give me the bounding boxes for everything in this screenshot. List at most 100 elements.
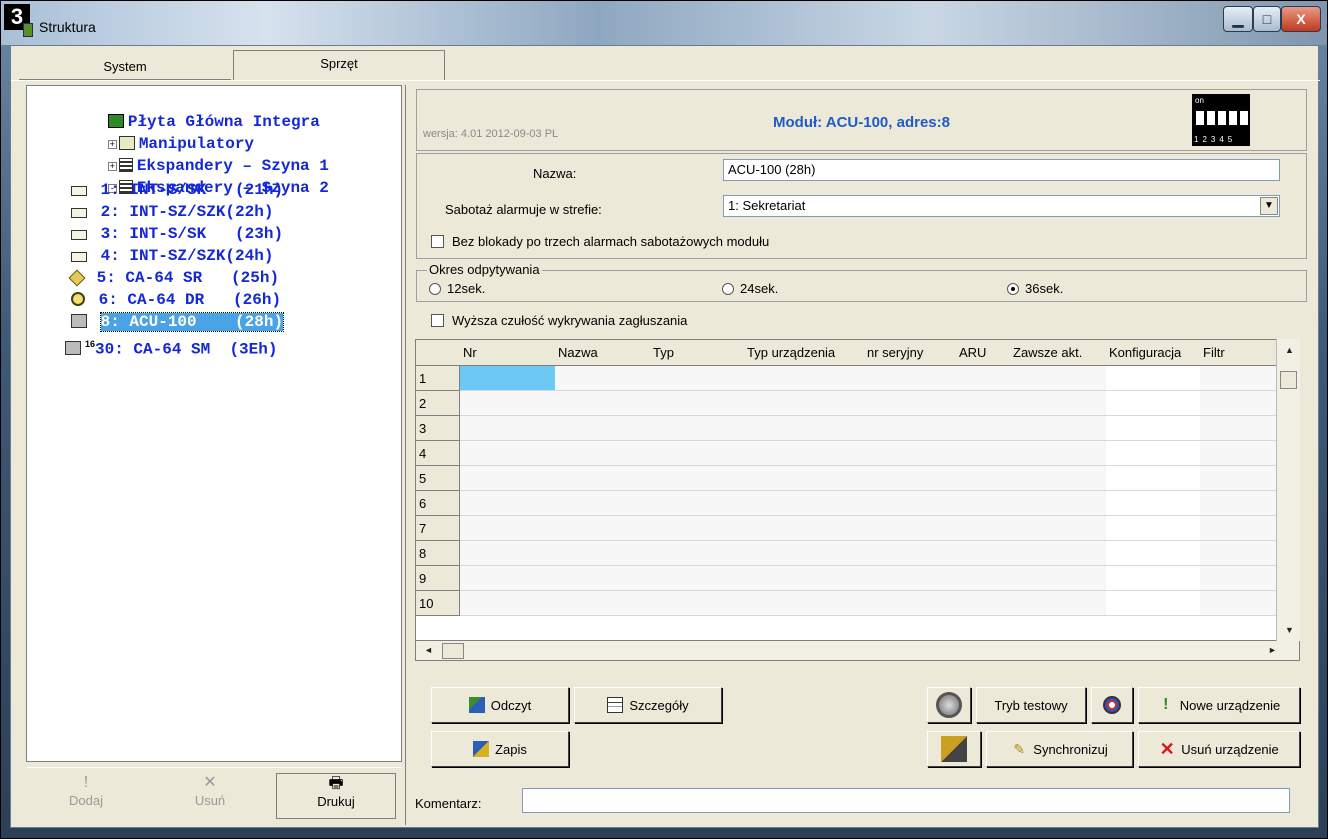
column-header[interactable]: Zawsze akt. xyxy=(1010,340,1107,366)
table-cell[interactable] xyxy=(956,416,1011,441)
table-cell[interactable] xyxy=(555,441,651,466)
tree-item[interactable]: 2: INT-SZ/SZK(22h) xyxy=(71,202,273,222)
table-cell[interactable] xyxy=(744,366,865,391)
table-cell[interactable] xyxy=(744,541,865,566)
table-cell[interactable] xyxy=(1010,416,1107,441)
remove-button[interactable]: ✕ Usuń xyxy=(150,773,270,819)
table-cell[interactable] xyxy=(1010,566,1107,591)
minimize-button[interactable]: ▁ xyxy=(1223,6,1253,32)
table-cell[interactable] xyxy=(1010,391,1107,416)
poll-radio-36[interactable] xyxy=(1007,283,1019,295)
table-cell[interactable] xyxy=(555,516,651,541)
horizontal-scrollbar[interactable]: ◄ ► xyxy=(415,641,1300,661)
table-cell[interactable] xyxy=(1106,516,1201,541)
column-header[interactable]: Nazwa xyxy=(555,340,651,366)
name-field[interactable]: ACU-100 (28h) xyxy=(723,159,1280,181)
tree-item[interactable]: 5: CA-64 SR (25h) xyxy=(68,268,279,288)
table-cell[interactable] xyxy=(744,441,865,466)
table-cell[interactable] xyxy=(956,366,1011,391)
poll-radio-12[interactable] xyxy=(429,283,441,295)
column-header[interactable]: nr seryjny xyxy=(864,340,957,366)
table-cell[interactable] xyxy=(744,416,865,441)
table-cell[interactable] xyxy=(956,516,1011,541)
table-cell[interactable] xyxy=(864,391,957,416)
table-cell[interactable] xyxy=(956,566,1011,591)
table-cell[interactable] xyxy=(744,591,865,616)
table-cell[interactable] xyxy=(650,516,745,541)
table-cell[interactable] xyxy=(555,466,651,491)
table-cell[interactable] xyxy=(1106,591,1201,616)
table-cell[interactable] xyxy=(1010,441,1107,466)
selected-cell[interactable] xyxy=(460,366,556,391)
table-cell[interactable] xyxy=(956,541,1011,566)
tab-hardware[interactable]: Sprzęt xyxy=(233,50,445,80)
tamper-zone-select[interactable]: 1: Sekretariat ▼ xyxy=(723,195,1280,217)
new-device-button[interactable]: ! Nowe urządzenie xyxy=(1138,687,1300,723)
table-cell[interactable] xyxy=(1010,491,1107,516)
table-cell[interactable] xyxy=(1010,516,1107,541)
scroll-down-icon[interactable]: ▼ xyxy=(1285,625,1294,635)
table-cell[interactable] xyxy=(1106,441,1201,466)
table-cell[interactable] xyxy=(650,441,745,466)
tree-item[interactable]: 6: CA-64 DR (26h) xyxy=(71,290,281,310)
table-cell[interactable] xyxy=(864,566,957,591)
device-table[interactable]: Nr Nazwa Typ Typ urządzenia nr seryjny A… xyxy=(415,339,1300,641)
scroll-thumb[interactable] xyxy=(1280,371,1297,389)
tools-button[interactable] xyxy=(927,731,981,767)
table-cell[interactable] xyxy=(956,591,1011,616)
no-block-checkbox[interactable] xyxy=(431,235,444,248)
device-tree[interactable]: Płyta Główna Integra + Manipulatory + Eksp… xyxy=(26,85,402,762)
row-header[interactable]: 1 xyxy=(416,366,460,391)
table-cell[interactable] xyxy=(864,491,957,516)
table-cell[interactable] xyxy=(1106,366,1201,391)
table-cell[interactable] xyxy=(1106,491,1201,516)
details-button[interactable]: Szczegóły xyxy=(574,687,722,723)
table-cell[interactable] xyxy=(744,566,865,591)
table-cell[interactable] xyxy=(956,466,1011,491)
table-cell[interactable] xyxy=(460,566,556,591)
tree-item-selected[interactable]: 8: ACU-100 (28h) xyxy=(71,312,285,332)
table-cell[interactable] xyxy=(1106,541,1201,566)
tree-item[interactable]: 1630: CA-64 SM (3Eh) xyxy=(65,334,277,358)
row-header[interactable]: 7 xyxy=(416,516,460,541)
tree-item[interactable]: 3: INT-S/SK (23h) xyxy=(71,224,283,244)
tree-group-bus1[interactable]: + Ekspandery – Szyna 1 xyxy=(31,136,329,175)
table-cell[interactable] xyxy=(1106,416,1201,441)
table-cell[interactable] xyxy=(744,466,865,491)
row-header[interactable]: 3 xyxy=(416,416,460,441)
row-header[interactable]: 2 xyxy=(416,391,460,416)
read-button[interactable]: Odczyt xyxy=(431,687,569,723)
table-cell[interactable] xyxy=(744,391,865,416)
table-cell[interactable] xyxy=(555,566,651,591)
table-cell[interactable] xyxy=(864,516,957,541)
table-cell[interactable] xyxy=(650,466,745,491)
table-cell[interactable] xyxy=(864,416,957,441)
table-cell[interactable] xyxy=(956,391,1011,416)
table-cell[interactable] xyxy=(460,441,556,466)
print-button[interactable]: 🖶 Drukuj xyxy=(276,773,396,819)
test-indicator[interactable] xyxy=(927,687,971,723)
tab-system[interactable]: System xyxy=(19,54,231,80)
table-cell[interactable] xyxy=(744,516,865,541)
panel-splitter[interactable] xyxy=(405,85,408,825)
table-cell[interactable] xyxy=(1010,466,1107,491)
tree-item[interactable]: 4: INT-SZ/SZK(24h) xyxy=(71,246,273,266)
tree-group-bus2[interactable]: - Ekspandery – Szyna 2 xyxy=(31,158,329,197)
table-cell[interactable] xyxy=(1010,541,1107,566)
table-cell[interactable] xyxy=(864,366,957,391)
comment-field[interactable] xyxy=(522,788,1290,813)
table-cell[interactable] xyxy=(1106,466,1201,491)
sync-button[interactable]: ✎ Synchronizuj xyxy=(986,731,1133,767)
scroll-right-icon[interactable]: ► xyxy=(1268,645,1277,655)
table-cell[interactable] xyxy=(1106,566,1201,591)
table-cell[interactable] xyxy=(555,366,651,391)
table-cell[interactable] xyxy=(650,591,745,616)
table-cell[interactable] xyxy=(650,391,745,416)
table-cell[interactable] xyxy=(650,491,745,516)
close-button[interactable]: X xyxy=(1281,6,1321,32)
table-cell[interactable] xyxy=(864,591,957,616)
tree-item[interactable]: 1: INT-S/SK (21h) xyxy=(71,180,283,200)
table-cell[interactable] xyxy=(650,541,745,566)
test-mode-button[interactable]: Tryb testowy xyxy=(976,687,1086,723)
table-cell[interactable] xyxy=(555,391,651,416)
